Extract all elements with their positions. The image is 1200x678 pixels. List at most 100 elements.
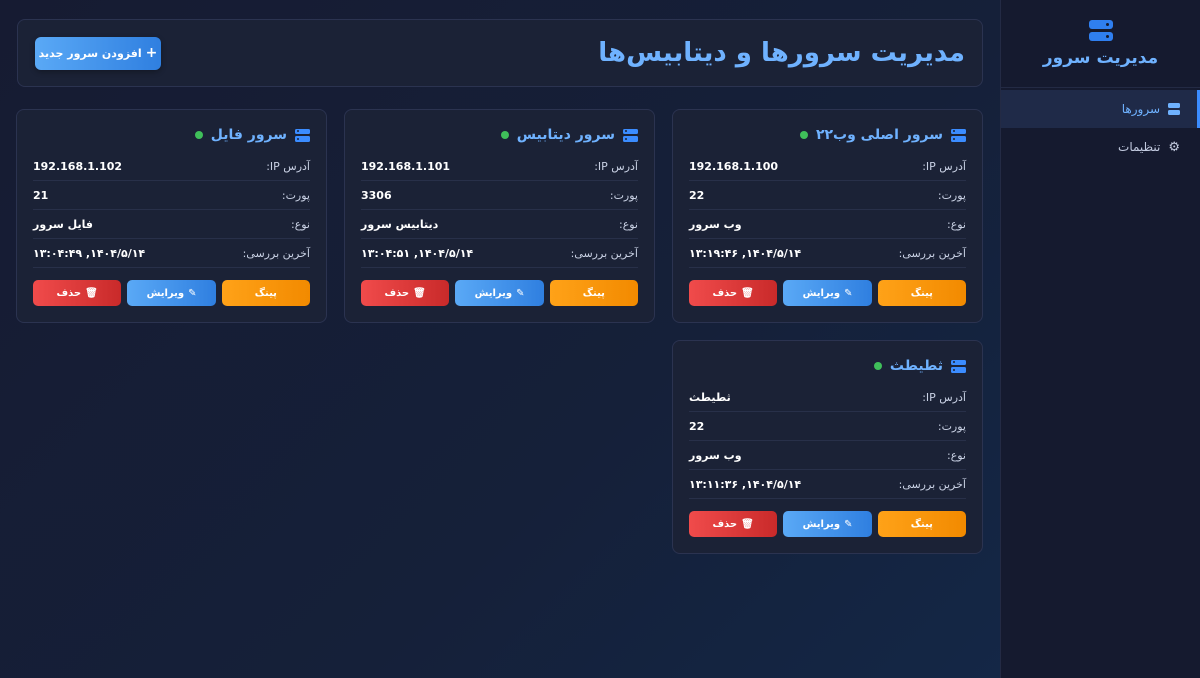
server-card: سرور دیتابیس آدرس IP: 192.168.1.101 پورت… [344,109,655,323]
port-label: پورت: [609,188,638,202]
plus-icon: + [145,45,158,61]
info-row-ip: آدرس IP: 192.168.1.100 [689,152,966,181]
type-label: نوع: [946,217,966,231]
edit-button[interactable]: ✎ ویرایش [127,280,216,306]
server-name: ثطیطث [889,358,943,374]
port-label: پورت: [281,188,310,202]
sidebar-item-label: تنظیمات [1118,140,1161,154]
page-title: مدیریت سرورها و دیتابیس‌ها [598,38,965,68]
last-check-label: آخرین بررسی: [898,477,966,491]
card-header: سرور دیتابیس [361,124,638,146]
ip-value: 192.168.1.100 [689,159,779,173]
card-header: سرور فایل [33,124,310,146]
port-value: 22 [689,419,705,433]
server-card: ثطیطث آدرس IP: ثطیطث پورت: 22 نوع: وب سر… [672,340,983,554]
ping-button[interactable]: پینگ [221,280,310,306]
edit-button[interactable]: ✎ ویرایش [455,280,544,306]
ip-label: آدرس IP: [922,159,966,173]
port-label: پورت: [937,188,966,202]
sidebar-nav: سرورها ⚙ تنظیمات [1001,90,1200,166]
brand: مدیریت سرور [1001,0,1200,88]
port-value: 22 [689,188,705,202]
card-header: سرور اصلی وب۲۲ [689,124,966,146]
status-dot [873,362,882,370]
sidebar-item-servers[interactable]: سرورها [1001,90,1200,128]
info-row-last-check: آخرین بررسی: ۱۴۰۴/۵/۱۴, ۱۳:۰۴:۴۹ [33,239,310,268]
info-row-port: پورت: 21 [33,181,310,210]
server-icon [951,359,966,373]
server-icon [295,128,310,142]
trash-icon: 🗑 [85,287,98,299]
sidebar-item-label: سرورها [1121,102,1160,116]
info-row-type: نوع: فایل سرور [33,210,310,239]
delete-label: حذف [712,287,738,299]
trash-icon: 🗑 [413,287,426,299]
sidebar-item-settings[interactable]: ⚙ تنظیمات [1001,128,1200,166]
type-value: وب سرور [689,448,742,462]
status-dot [500,131,509,139]
info-row-last-check: آخرین بررسی: ۱۴۰۴/۵/۱۴, ۱۳:۱۱:۳۶ [689,470,966,499]
info-row-last-check: آخرین بررسی: ۱۴۰۴/۵/۱۴, ۱۳:۰۴:۵۱ [361,239,638,268]
status-dot [799,131,808,139]
gear-icon: ⚙ [1168,139,1180,155]
port-value: 3306 [361,188,392,202]
server-name: سرور دیتابیس [516,127,615,143]
ip-label: آدرس IP: [266,159,310,173]
card-header: ثطیطث [689,355,966,377]
ip-label: آدرس IP: [922,390,966,404]
edit-label: ویرایش [802,518,841,530]
info-row-type: نوع: دیتابیس سرور [361,210,638,239]
server-name: سرور فایل [210,127,287,143]
port-value: 21 [33,188,49,202]
ping-button[interactable]: پینگ [549,280,638,306]
server-card: سرور فایل آدرس IP: 192.168.1.102 پورت: 2… [16,109,327,323]
server-icon [1088,19,1113,42]
brand-title: مدیریت سرور [1042,47,1159,68]
delete-label: حذف [712,518,738,530]
edit-label: ویرایش [802,287,841,299]
info-row-port: پورت: 22 [689,412,966,441]
delete-button[interactable]: 🗑 حذف [689,511,778,537]
card-actions: پینگ ✎ ویرایش 🗑 حذف [689,280,966,306]
server-icon [1168,103,1180,115]
card-actions: پینگ ✎ ویرایش 🗑 حذف [361,280,638,306]
info-row-ip: آدرس IP: 192.168.1.101 [361,152,638,181]
delete-button[interactable]: 🗑 حذف [689,280,778,306]
ping-button[interactable]: پینگ [877,511,966,537]
ping-label: پینگ [910,287,933,299]
add-server-button[interactable]: + افزودن سرور جدید [35,36,161,70]
last-check-value: ۱۴۰۴/۵/۱۴, ۱۳:۰۴:۵۱ [361,246,474,260]
type-label: نوع: [290,217,310,231]
ping-label: پینگ [254,287,277,299]
type-label: نوع: [618,217,638,231]
delete-button[interactable]: 🗑 حذف [361,280,450,306]
ping-button[interactable]: پینگ [877,280,966,306]
page-header: + افزودن سرور جدید مدیریت سرورها و دیتاب… [17,19,983,87]
port-label: پورت: [937,419,966,433]
info-row-port: پورت: 22 [689,181,966,210]
server-icon [951,128,966,142]
edit-button[interactable]: ✎ ویرایش [783,280,872,306]
edit-button[interactable]: ✎ ویرایش [783,511,872,537]
card-actions: پینگ ✎ ویرایش 🗑 حذف [33,280,310,306]
type-value: فایل سرور [33,217,93,231]
delete-label: حذف [384,287,410,299]
last-check-label: آخرین بررسی: [570,246,638,260]
edit-icon: ✎ [188,287,197,299]
delete-label: حذف [56,287,82,299]
server-name: سرور اصلی وب۲۲ [815,127,943,143]
ip-value: 192.168.1.102 [33,159,123,173]
ping-label: پینگ [910,518,933,530]
ip-value: 192.168.1.101 [361,159,451,173]
type-value: وب سرور [689,217,742,231]
ip-label: آدرس IP: [594,159,638,173]
server-icon [623,128,638,142]
last-check-value: ۱۴۰۴/۵/۱۴, ۱۳:۱۹:۴۶ [689,246,802,260]
info-row-type: نوع: وب سرور [689,441,966,470]
delete-button[interactable]: 🗑 حذف [33,280,122,306]
ping-label: پینگ [582,287,605,299]
edit-icon: ✎ [844,518,853,530]
ip-value: ثطیطث [689,390,731,404]
server-card: سرور اصلی وب۲۲ آدرس IP: 192.168.1.100 پو… [672,109,983,323]
last-check-label: آخرین بررسی: [242,246,310,260]
